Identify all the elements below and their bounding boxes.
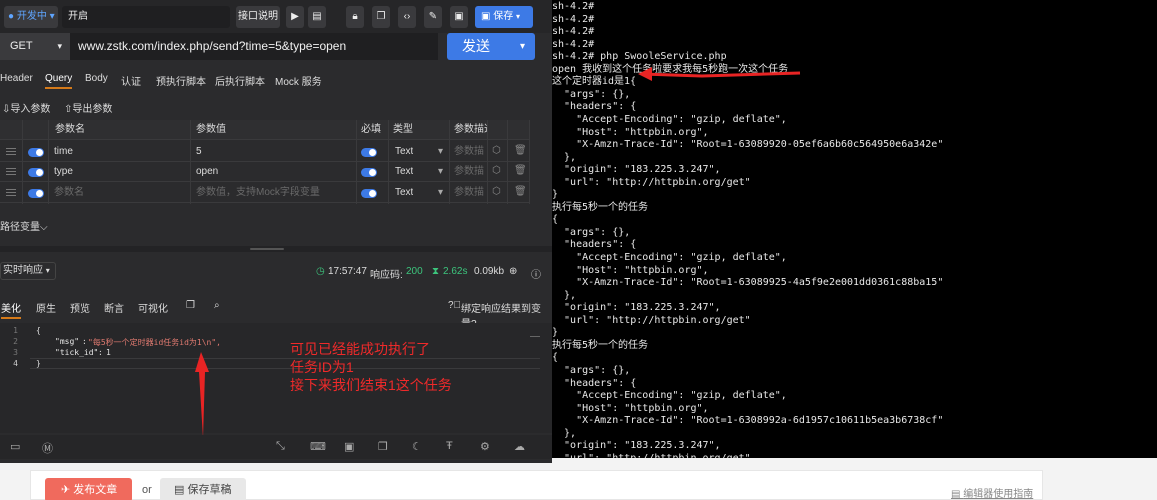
copy-icon[interactable]: ❐ — [378, 440, 388, 453]
guide-label: 编辑器使用指南 — [963, 489, 1034, 500]
save-draft-label: 保存草稿 — [187, 484, 232, 496]
publish-article-button[interactable]: ✈ 发布文章 — [45, 478, 132, 500]
publish-label: 发布文章 — [73, 484, 118, 496]
compress-icon[interactable]: ⤡ — [276, 440, 285, 453]
layout-icon[interactable]: ▣ — [344, 440, 354, 453]
sidebar-icon[interactable]: ▭ — [10, 440, 20, 453]
annotation-arrow — [638, 67, 801, 81]
moon-icon[interactable]: ☾ — [412, 440, 422, 453]
font-icon[interactable]: Ŧ — [446, 440, 453, 452]
annotation-arrow — [195, 352, 209, 438]
status-toolbar: ▭ Ⓜ ⤡ ⌨ ▣ ❐ ☾ Ŧ ⚙ ☁ — [0, 435, 552, 459]
or-text: or — [142, 484, 152, 496]
markdown-icon[interactable]: Ⓜ — [42, 440, 53, 456]
editor-guide-link[interactable]: ▤ 编辑器使用指南 — [951, 485, 1033, 500]
save-draft-button[interactable]: ▤ 保存草稿 — [160, 478, 246, 500]
annotation-line: 可见已经能成功执行了 — [290, 341, 430, 357]
terminal-icon[interactable]: ⌨ — [310, 440, 326, 453]
annotation-line: 接下来我们结束1这个任务 — [290, 377, 452, 393]
gear-icon[interactable]: ⚙ — [480, 440, 490, 453]
annotation-line: 任务ID为1 — [290, 359, 354, 375]
terminal-window[interactable]: sh-4.2# sh-4.2# sh-4.2# sh-4.2# sh-4.2# php … — [552, 0, 1157, 458]
annotation-note: 可见已经能成功执行了 任务ID为1 接下来我们结束1这个任务 — [290, 340, 452, 394]
cloud-icon[interactable]: ☁ — [514, 440, 525, 453]
api-client-panel: ● 开发中 ▾ 开启 接口说明 ▶ ▤ 🔒︎ ❐ ‹› ✎ ▣ ▣ 保存 ▾ G… — [0, 0, 552, 463]
